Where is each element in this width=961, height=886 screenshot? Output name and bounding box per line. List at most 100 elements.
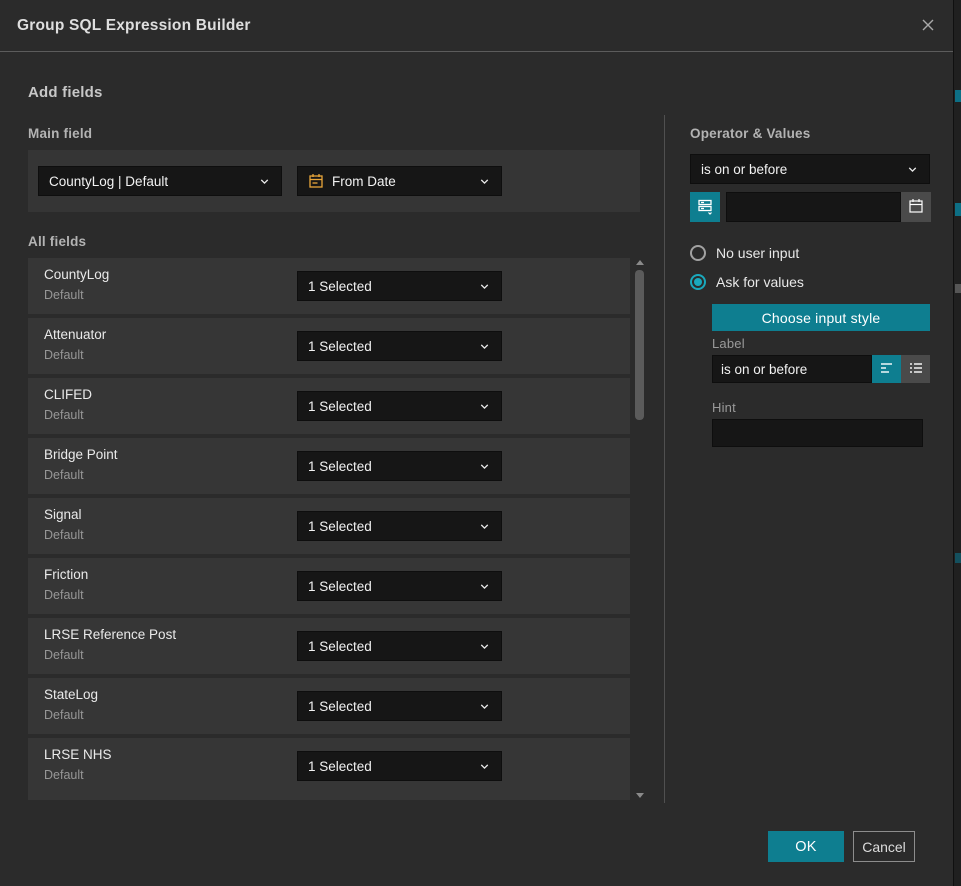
choose-input-style-button[interactable]: Choose input style (712, 304, 930, 331)
all-fields-scrollbar[interactable] (633, 258, 646, 800)
field-subtitle: Default (44, 408, 84, 422)
field-subtitle: Default (44, 588, 84, 602)
radio-no-user-input[interactable]: No user input (690, 245, 799, 261)
field-selected-dropdown[interactable]: 1 Selected (297, 631, 502, 661)
close-button[interactable] (913, 11, 943, 41)
value-calendar-button[interactable] (901, 192, 931, 222)
field-row-lrse-reference-post: LRSE Reference Post Default 1 Selected (28, 618, 630, 674)
edge-fragment (955, 553, 961, 563)
main-field-select[interactable]: From Date (297, 166, 502, 196)
field-row-partial (28, 793, 630, 800)
close-icon (920, 17, 936, 36)
hint-input[interactable] (712, 419, 923, 447)
selected-count: 1 Selected (308, 399, 472, 414)
field-subtitle: Default (44, 648, 84, 662)
hint-field-label: Hint (712, 400, 736, 415)
field-row-statelog: StateLog Default 1 Selected (28, 678, 630, 734)
chevron-down-icon (478, 340, 491, 353)
field-selected-dropdown[interactable]: 1 Selected (297, 391, 502, 421)
chevron-down-icon (258, 175, 271, 188)
align-left-icon (879, 360, 895, 379)
radio-label: Ask for values (716, 274, 804, 290)
chevron-down-icon (478, 400, 491, 413)
calendar-icon (308, 173, 324, 189)
text-input-style-button[interactable] (872, 355, 901, 383)
selected-count: 1 Selected (308, 519, 472, 534)
scroll-down-arrow-icon[interactable] (636, 793, 644, 798)
value-list-icon (696, 197, 714, 218)
chevron-down-icon (906, 163, 919, 176)
panel-divider (664, 115, 665, 803)
scroll-up-arrow-icon[interactable] (636, 260, 644, 265)
edge-fragment (955, 203, 961, 216)
operator-select-value: is on or before (701, 162, 900, 177)
field-name: CLIFED (44, 387, 92, 402)
field-row-friction: Friction Default 1 Selected (28, 558, 630, 614)
field-name: Attenuator (44, 327, 106, 342)
field-name: Signal (44, 507, 82, 522)
calendar-icon (908, 198, 924, 217)
field-name: Bridge Point (44, 447, 118, 462)
field-name: Friction (44, 567, 88, 582)
dialog-titlebar: Group SQL Expression Builder (0, 0, 953, 52)
chevron-down-icon (478, 640, 491, 653)
chevron-down-icon (478, 280, 491, 293)
layer-select-value: CountyLog | Default (49, 174, 252, 189)
field-selected-dropdown[interactable]: 1 Selected (297, 571, 502, 601)
edge-fragment (955, 90, 961, 102)
layer-select[interactable]: CountyLog | Default (38, 166, 282, 196)
field-subtitle: Default (44, 468, 84, 482)
radio-ask-for-values[interactable]: Ask for values (690, 274, 804, 290)
chevron-down-icon (478, 700, 491, 713)
chevron-down-icon (478, 520, 491, 533)
field-name: CountyLog (44, 267, 109, 282)
add-fields-heading: Add fields (28, 84, 103, 101)
field-subtitle: Default (44, 288, 84, 302)
field-row-attenuator: Attenuator Default 1 Selected (28, 318, 630, 374)
field-selected-dropdown[interactable]: 1 Selected (297, 331, 502, 361)
field-name: LRSE NHS (44, 747, 112, 762)
cancel-button[interactable]: Cancel (853, 831, 915, 862)
main-field-panel: CountyLog | Default From Date (28, 150, 640, 212)
field-row-clifed: CLIFED Default 1 Selected (28, 378, 630, 434)
field-selected-dropdown[interactable]: 1 Selected (297, 451, 502, 481)
label-field-label: Label (712, 336, 745, 351)
field-subtitle: Default (44, 708, 84, 722)
selected-count: 1 Selected (308, 639, 472, 654)
field-selected-dropdown[interactable]: 1 Selected (297, 271, 502, 301)
bulleted-list-icon (908, 360, 924, 379)
chevron-down-icon (478, 175, 491, 188)
selected-count: 1 Selected (308, 279, 472, 294)
chevron-down-icon (478, 460, 491, 473)
selected-count: 1 Selected (308, 759, 472, 774)
radio-label: No user input (716, 245, 799, 261)
edge-fragment (955, 284, 961, 293)
label-input[interactable] (712, 355, 872, 383)
selected-count: 1 Selected (308, 579, 472, 594)
field-row-bridge-point: Bridge Point Default 1 Selected (28, 438, 630, 494)
input-style-toggle-group (872, 355, 930, 383)
selected-count: 1 Selected (308, 459, 472, 474)
selected-count: 1 Selected (308, 339, 472, 354)
field-subtitle: Default (44, 348, 84, 362)
field-name: StateLog (44, 687, 98, 702)
group-sql-expression-builder-dialog: Group SQL Expression Builder Add fields … (0, 0, 953, 886)
field-selected-dropdown[interactable]: 1 Selected (297, 511, 502, 541)
value-input[interactable] (726, 192, 901, 222)
main-field-select-value: From Date (332, 174, 472, 189)
chevron-down-icon (478, 760, 491, 773)
operator-values-heading: Operator & Values (690, 126, 810, 141)
operator-select[interactable]: is on or before (690, 154, 930, 184)
field-row-signal: Signal Default 1 Selected (28, 498, 630, 554)
main-field-label: Main field (28, 126, 92, 141)
radio-circle-icon (690, 245, 706, 261)
scrollbar-thumb[interactable] (635, 270, 644, 420)
selected-count: 1 Selected (308, 699, 472, 714)
all-fields-label: All fields (28, 234, 86, 249)
list-input-style-button[interactable] (901, 355, 930, 383)
field-selected-dropdown[interactable]: 1 Selected (297, 751, 502, 781)
value-source-button[interactable] (690, 192, 720, 222)
ok-button[interactable]: OK (768, 831, 844, 862)
field-selected-dropdown[interactable]: 1 Selected (297, 691, 502, 721)
background-app-edge (953, 0, 961, 886)
